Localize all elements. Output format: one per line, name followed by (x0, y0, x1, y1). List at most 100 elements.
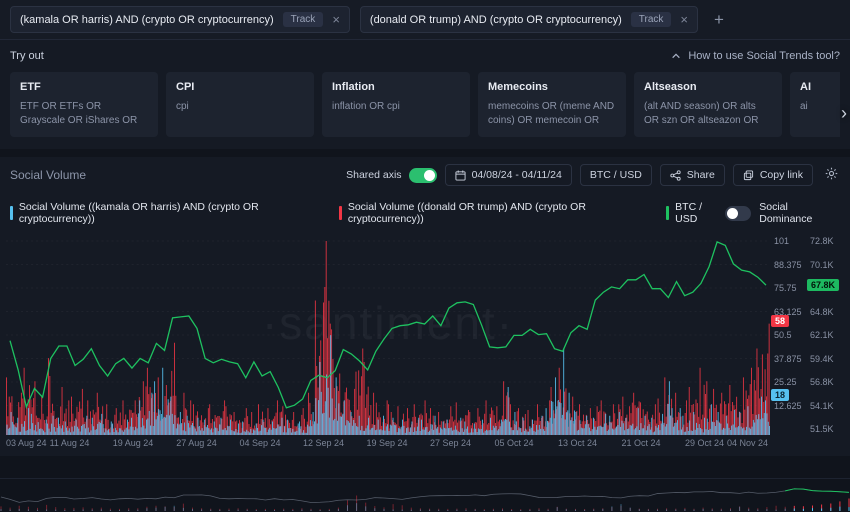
track-button[interactable]: Track (631, 12, 672, 27)
tryout-card-altseason[interactable]: Altseason (alt AND season) OR alts OR szn… (634, 72, 782, 137)
social-dominance-label: Social Dominance (759, 201, 840, 225)
social-dominance-toggle[interactable] (725, 206, 752, 221)
legend-label: Social Volume ((donald OR trump) AND (cr… (348, 201, 650, 225)
card-query: ETF OR ETFs OR Grayscale OR iShares OR b… (20, 100, 148, 128)
tryout-card-ai[interactable]: AI ai (790, 72, 840, 137)
card-query: ai (800, 100, 840, 128)
chart-title: Social Volume (10, 168, 338, 182)
tryout-card-inflation[interactable]: Inflationinflation OR cpi (322, 72, 470, 137)
legend-label: Social Volume ((kamala OR harris) AND (c… (19, 201, 323, 225)
card-query: (alt AND season) OR alts OR szn OR altse… (644, 100, 772, 128)
query-text: (donald OR trump) AND (crypto OR cryptoc… (370, 14, 622, 26)
try-out-section: Try out How to use Social Trends tool? E… (0, 40, 850, 149)
main-chart[interactable]: ·santiment· (6, 235, 770, 435)
price-tick: 54.1K (810, 401, 834, 411)
track-button[interactable]: Track (283, 12, 324, 27)
add-query-button[interactable]: + (708, 10, 730, 30)
card-title: Altseason (644, 81, 772, 93)
card-title: ETF (20, 81, 148, 93)
x-axis-label: 19 Sep 24 (366, 438, 407, 448)
shared-axis-label: Shared axis (346, 169, 401, 181)
copy-icon (743, 170, 754, 181)
x-axis-label: 11 Aug 24 (50, 438, 90, 448)
close-icon[interactable]: × (332, 13, 340, 26)
tryout-card-etf[interactable]: ETF ETF OR ETFs OR Grayscale OR iShares O… (10, 72, 158, 137)
x-axis-label: 05 Oct 24 (494, 438, 533, 448)
volume-tick: 25.25 (774, 377, 797, 387)
x-axis-label: 19 Aug 24 (113, 438, 154, 448)
legend-item[interactable]: Social Volume ((donald OR trump) AND (cr… (339, 201, 650, 225)
query-chips: (kamala OR harris) AND (crypto OR crypto… (10, 6, 698, 33)
asset-pair-button[interactable]: BTC / USD (580, 164, 652, 186)
date-range-label: 04/08/24 - 04/11/24 (472, 169, 562, 181)
x-axis-label: 29 Oct 24 (685, 438, 724, 448)
settings-gear-icon[interactable] (823, 165, 840, 185)
share-label: Share (687, 169, 715, 181)
latest-value-badge-blue: 18 (771, 389, 789, 401)
price-tick: 59.4K (810, 354, 834, 364)
tryout-card-cpi[interactable]: CPI cpi (166, 72, 314, 137)
x-axis-label: 04 Sep 24 (239, 438, 280, 448)
query-chip[interactable]: (kamala OR harris) AND (crypto OR crypto… (10, 6, 350, 33)
toggle-knob (424, 170, 435, 181)
legend-swatch (339, 206, 342, 220)
x-axis-label: 03 Aug 24 (6, 438, 47, 448)
topbar: (kamala OR harris) AND (crypto OR crypto… (0, 0, 850, 40)
x-axis-labels: 03 Aug 2411 Aug 24 19 Aug 24 27 Aug 24 04 S… (6, 438, 768, 452)
chevron-up-icon (671, 51, 681, 61)
tryout-card-memecoins[interactable]: Memecoins memecoins OR (meme AND coins) O… (478, 72, 626, 137)
section-divider (0, 149, 850, 157)
calendar-icon (455, 170, 466, 181)
query-text: (kamala OR harris) AND (crypto OR crypto… (20, 14, 274, 26)
x-axis-label: 27 Aug 24 (176, 438, 217, 448)
share-icon (670, 170, 681, 181)
legend-item[interactable]: BTC / USD (666, 201, 724, 225)
price-tick: 56.8K (810, 377, 834, 387)
volume-tick: 101 (774, 236, 789, 246)
chart-legend: Social Volume ((kamala OR harris) AND (c… (0, 193, 850, 229)
shared-axis-toggle[interactable] (409, 168, 437, 183)
chart-panel: Social Volume Shared axis 04/08/24 - 04/… (0, 157, 850, 456)
legend-swatch (666, 206, 669, 220)
x-axis-label: 21 Oct 24 (621, 438, 660, 448)
tryout-title: Try out (10, 50, 44, 62)
share-button[interactable]: Share (660, 164, 725, 186)
chart-header: Social Volume Shared axis 04/08/24 - 04/… (0, 157, 850, 193)
price-axis: 72.8K70.1K67.4K64.8K62.1K59.4K56.8K54.1K… (806, 235, 846, 435)
chart-navigator[interactable] (0, 478, 850, 512)
volume-tick: 12.625 (774, 401, 802, 411)
chevron-right-icon[interactable]: › (841, 103, 847, 124)
price-tick: 70.1K (810, 260, 834, 270)
tryout-cards: ETF ETF OR ETFs OR Grayscale OR iShares O… (10, 72, 840, 137)
copy-link-label: Copy link (760, 169, 803, 181)
close-icon[interactable]: × (680, 13, 688, 26)
legend-swatch (10, 206, 13, 220)
x-axis-label: 04 Nov 24 (727, 438, 768, 448)
date-range-button[interactable]: 04/08/24 - 04/11/24 (445, 164, 572, 186)
card-title: Inflation (332, 81, 460, 93)
price-tick: 64.8K (810, 307, 834, 317)
volume-tick: 50.5 (774, 330, 792, 340)
toggle-knob (727, 208, 738, 219)
price-tick: 51.5K (810, 424, 834, 434)
card-query: cpi (176, 100, 304, 128)
x-axis-label: 13 Oct 24 (558, 438, 597, 448)
latest-value-badge-red: 58 (771, 315, 789, 327)
latest-price-badge: 67.8K (807, 279, 839, 291)
help-link[interactable]: How to use Social Trends tool? (671, 50, 840, 62)
card-title: Memecoins (488, 81, 616, 93)
copy-link-button[interactable]: Copy link (733, 164, 813, 186)
legend-label: BTC / USD (675, 201, 724, 225)
help-link-label: How to use Social Trends tool? (688, 50, 840, 62)
volume-tick: 75.75 (774, 283, 797, 293)
card-title: AI (800, 81, 840, 93)
query-chip[interactable]: (donald OR trump) AND (crypto OR cryptoc… (360, 6, 698, 33)
asset-pair-label: BTC / USD (590, 169, 642, 181)
card-query: memecoins OR (meme AND coins) OR memecoi… (488, 100, 616, 128)
legend-item[interactable]: Social Volume ((kamala OR harris) AND (c… (10, 201, 323, 225)
card-title: CPI (176, 81, 304, 93)
volume-tick: 88.375 (774, 260, 802, 270)
social-volume-axis: 10188.37575.7563.12550.537.87525.2512.62… (770, 235, 806, 435)
price-tick: 72.8K (810, 236, 834, 246)
volume-tick: 37.875 (774, 354, 802, 364)
